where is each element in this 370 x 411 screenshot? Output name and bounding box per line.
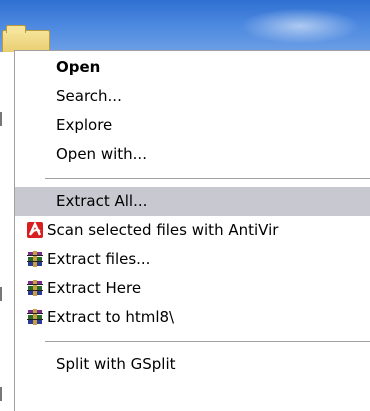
menu-item-extract-to[interactable]: Extract to html8\	[15, 303, 370, 332]
sky-cloud	[240, 8, 360, 44]
antivir-icon	[27, 220, 43, 238]
winrar-icon	[27, 308, 43, 325]
menu-item-scan-antivir[interactable]: Scan selected files with AntiVir	[15, 216, 370, 245]
menu-item-extract-files[interactable]: Extract files...	[15, 245, 370, 274]
context-menu: Open Search... Explore Open with... Extr…	[14, 50, 370, 411]
menu-item-explore[interactable]: Explore	[15, 111, 370, 140]
winrar-icon	[27, 279, 43, 296]
menu-item-open[interactable]: Open	[15, 53, 370, 82]
menu-item-extract-all[interactable]: Extract All...	[15, 187, 370, 216]
folder-icon[interactable]	[2, 25, 50, 52]
menu-item-open-with[interactable]: Open with...	[15, 140, 370, 169]
menu-item-extract-here[interactable]: Extract Here	[15, 274, 370, 303]
menu-item-label: Extract to html8\	[47, 308, 175, 326]
menu-item-search[interactable]: Search...	[15, 82, 370, 111]
menu-item-label: Scan selected files with AntiVir	[47, 221, 279, 239]
menu-separator	[45, 341, 370, 342]
winrar-icon	[27, 250, 43, 267]
menu-item-split-gsplit[interactable]: Split with GSplit	[15, 350, 370, 379]
menu-separator	[45, 178, 370, 179]
menu-item-label: Extract Here	[47, 279, 142, 297]
desktop-edge	[0, 52, 3, 411]
menu-item-label: Extract files...	[47, 250, 151, 268]
desktop-background	[0, 0, 370, 52]
